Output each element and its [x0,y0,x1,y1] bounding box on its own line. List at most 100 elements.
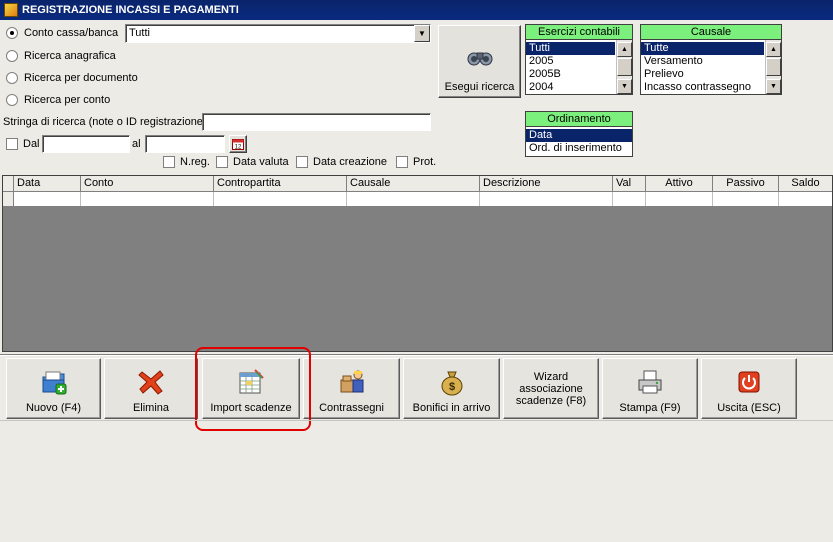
chevron-down-icon[interactable]: ▼ [414,25,430,42]
radio-ricerca-documento[interactable]: Ricerca per documento [6,70,138,86]
esercizi-listbox[interactable]: Tutti 2005 2005B 2004 ▲ ▼ [525,40,633,95]
check-data-valuta[interactable]: Data valuta [216,156,289,168]
ordinamento-listbox[interactable]: Data Ord. di inserimento [525,127,633,157]
ordinamento-panel: Ordinamento Data Ord. di inserimento [525,111,633,157]
stampa-label: Stampa (F9) [619,402,681,414]
window-title: REGISTRAZIONE INCASSI E PAGAMENTI [22,4,239,16]
wizard-associazione-label: Wizard associazione scadenze (F8) [515,370,587,407]
row-selector-header [3,176,14,191]
delivery-courier-icon [340,370,363,393]
dal-date-input[interactable] [42,135,130,153]
table-cell[interactable] [347,192,480,206]
contrassegni-button[interactable]: Contrassegni [303,358,400,419]
esegui-ricerca-button[interactable]: Esegui ricerca [438,25,521,98]
radio-button[interactable] [6,50,18,62]
app-icon [4,3,18,17]
col-header-data[interactable]: Data [14,176,81,191]
col-header-contropartita[interactable]: Contropartita [214,176,347,191]
radio-button[interactable] [6,72,18,84]
table-cell[interactable] [14,192,81,206]
data-creazione-label: Data creazione [313,156,387,168]
al-label: al [132,138,141,150]
calendar-button[interactable]: 12 [229,135,247,153]
bonifici-arrivo-label: Bonifici in arrivo [412,402,491,414]
scroll-thumb[interactable] [617,58,632,76]
ordinamento-item[interactable]: Ord. di inserimento [526,142,632,155]
scroll-up-icon[interactable]: ▲ [766,42,781,57]
radio-ricerca-anagrafica[interactable]: Ricerca anagrafica [6,48,116,64]
uscita-button[interactable]: Uscita (ESC) [701,358,797,419]
grid-header: Data Conto Contropartita Causale Descriz… [3,176,832,192]
data-creazione-checkbox[interactable] [296,156,308,168]
money-bag-icon: $ [441,371,462,396]
title-bar: REGISTRAZIONE INCASSI E PAGAMENTI [0,0,833,20]
scroll-thumb[interactable] [766,58,781,76]
search-string-input[interactable] [202,113,431,131]
check-data-creazione[interactable]: Data creazione [296,156,387,168]
table-cell[interactable] [713,192,779,206]
table-cell[interactable] [779,192,832,206]
radio-button[interactable] [6,27,18,39]
radio-label: Ricerca per conto [24,94,111,106]
prot-checkbox[interactable] [396,156,408,168]
causale-item[interactable]: Prelievo [641,68,781,81]
esercizi-panel: Esercizi contabili Tutti 2005 2005B 2004… [525,24,633,95]
col-header-saldo[interactable]: Saldo [779,176,832,191]
causale-scrollbar[interactable]: ▲ ▼ [765,40,781,94]
conto-select[interactable]: Tutti ▼ [125,24,431,43]
radio-ricerca-conto[interactable]: Ricerca per conto [6,92,110,108]
dal-checkbox[interactable] [6,138,18,150]
power-icon [738,371,760,393]
causale-item[interactable]: Incasso contrassegno [641,81,781,94]
causale-item[interactable]: Versamento [641,55,781,68]
wizard-associazione-button[interactable]: Wizard associazione scadenze (F8) [503,358,599,419]
svg-text:12: 12 [235,145,242,151]
svg-text:$: $ [448,381,454,393]
table-cell[interactable] [646,192,713,206]
table-cell[interactable] [214,192,347,206]
dal-label: Dal [23,138,40,150]
scroll-up-icon[interactable]: ▲ [617,42,632,57]
col-header-causale[interactable]: Causale [347,176,480,191]
col-header-passivo[interactable]: Passivo [713,176,779,191]
causale-panel: Causale Tutte Versamento Prelievo Incass… [640,24,782,95]
col-header-descrizione[interactable]: Descrizione [480,176,613,191]
table-cell[interactable] [480,192,613,206]
printer-icon [638,370,662,394]
nuovo-button[interactable]: Nuovo (F4) [6,358,101,419]
radio-conto-cassa[interactable]: Conto cassa/banca [6,25,118,41]
elimina-button[interactable]: Elimina [104,358,198,419]
results-grid[interactable]: Data Conto Contropartita Causale Descriz… [2,175,833,352]
col-header-val[interactable]: Val [613,176,646,191]
binoculars-icon [467,52,492,66]
check-prot[interactable]: Prot. [396,156,436,168]
ordinamento-title: Ordinamento [525,111,633,127]
esercizi-scrollbar[interactable]: ▲ ▼ [616,40,632,94]
table-row[interactable] [3,192,832,207]
col-header-conto[interactable]: Conto [81,176,214,191]
new-folder-icon [42,371,66,395]
causale-title: Causale [640,24,782,40]
al-date-input[interactable] [145,135,225,153]
esercizi-item[interactable]: Tutti [526,42,615,55]
nreg-label: N.reg. [180,156,210,168]
data-valuta-label: Data valuta [233,156,289,168]
table-cell[interactable] [81,192,214,206]
stampa-button[interactable]: Stampa (F9) [602,358,698,419]
bonifici-arrivo-button[interactable]: $ Bonifici in arrivo [403,358,500,419]
scroll-down-icon[interactable]: ▼ [766,79,781,94]
causale-item[interactable]: Tutte [641,42,764,55]
nreg-checkbox[interactable] [163,156,175,168]
col-header-attivo[interactable]: Attivo [646,176,713,191]
causale-listbox[interactable]: Tutte Versamento Prelievo Incasso contra… [640,40,782,95]
radio-label: Ricerca per documento [24,72,138,84]
radio-label: Conto cassa/banca [24,27,119,39]
check-nreg[interactable]: N.reg. [163,156,210,168]
ordinamento-item[interactable]: Data [526,129,632,142]
data-valuta-checkbox[interactable] [216,156,228,168]
table-cell[interactable] [613,192,646,206]
dal-row[interactable]: Dal [6,138,40,150]
radio-button[interactable] [6,94,18,106]
scroll-down-icon[interactable]: ▼ [617,79,632,94]
row-selector[interactable] [3,192,14,206]
